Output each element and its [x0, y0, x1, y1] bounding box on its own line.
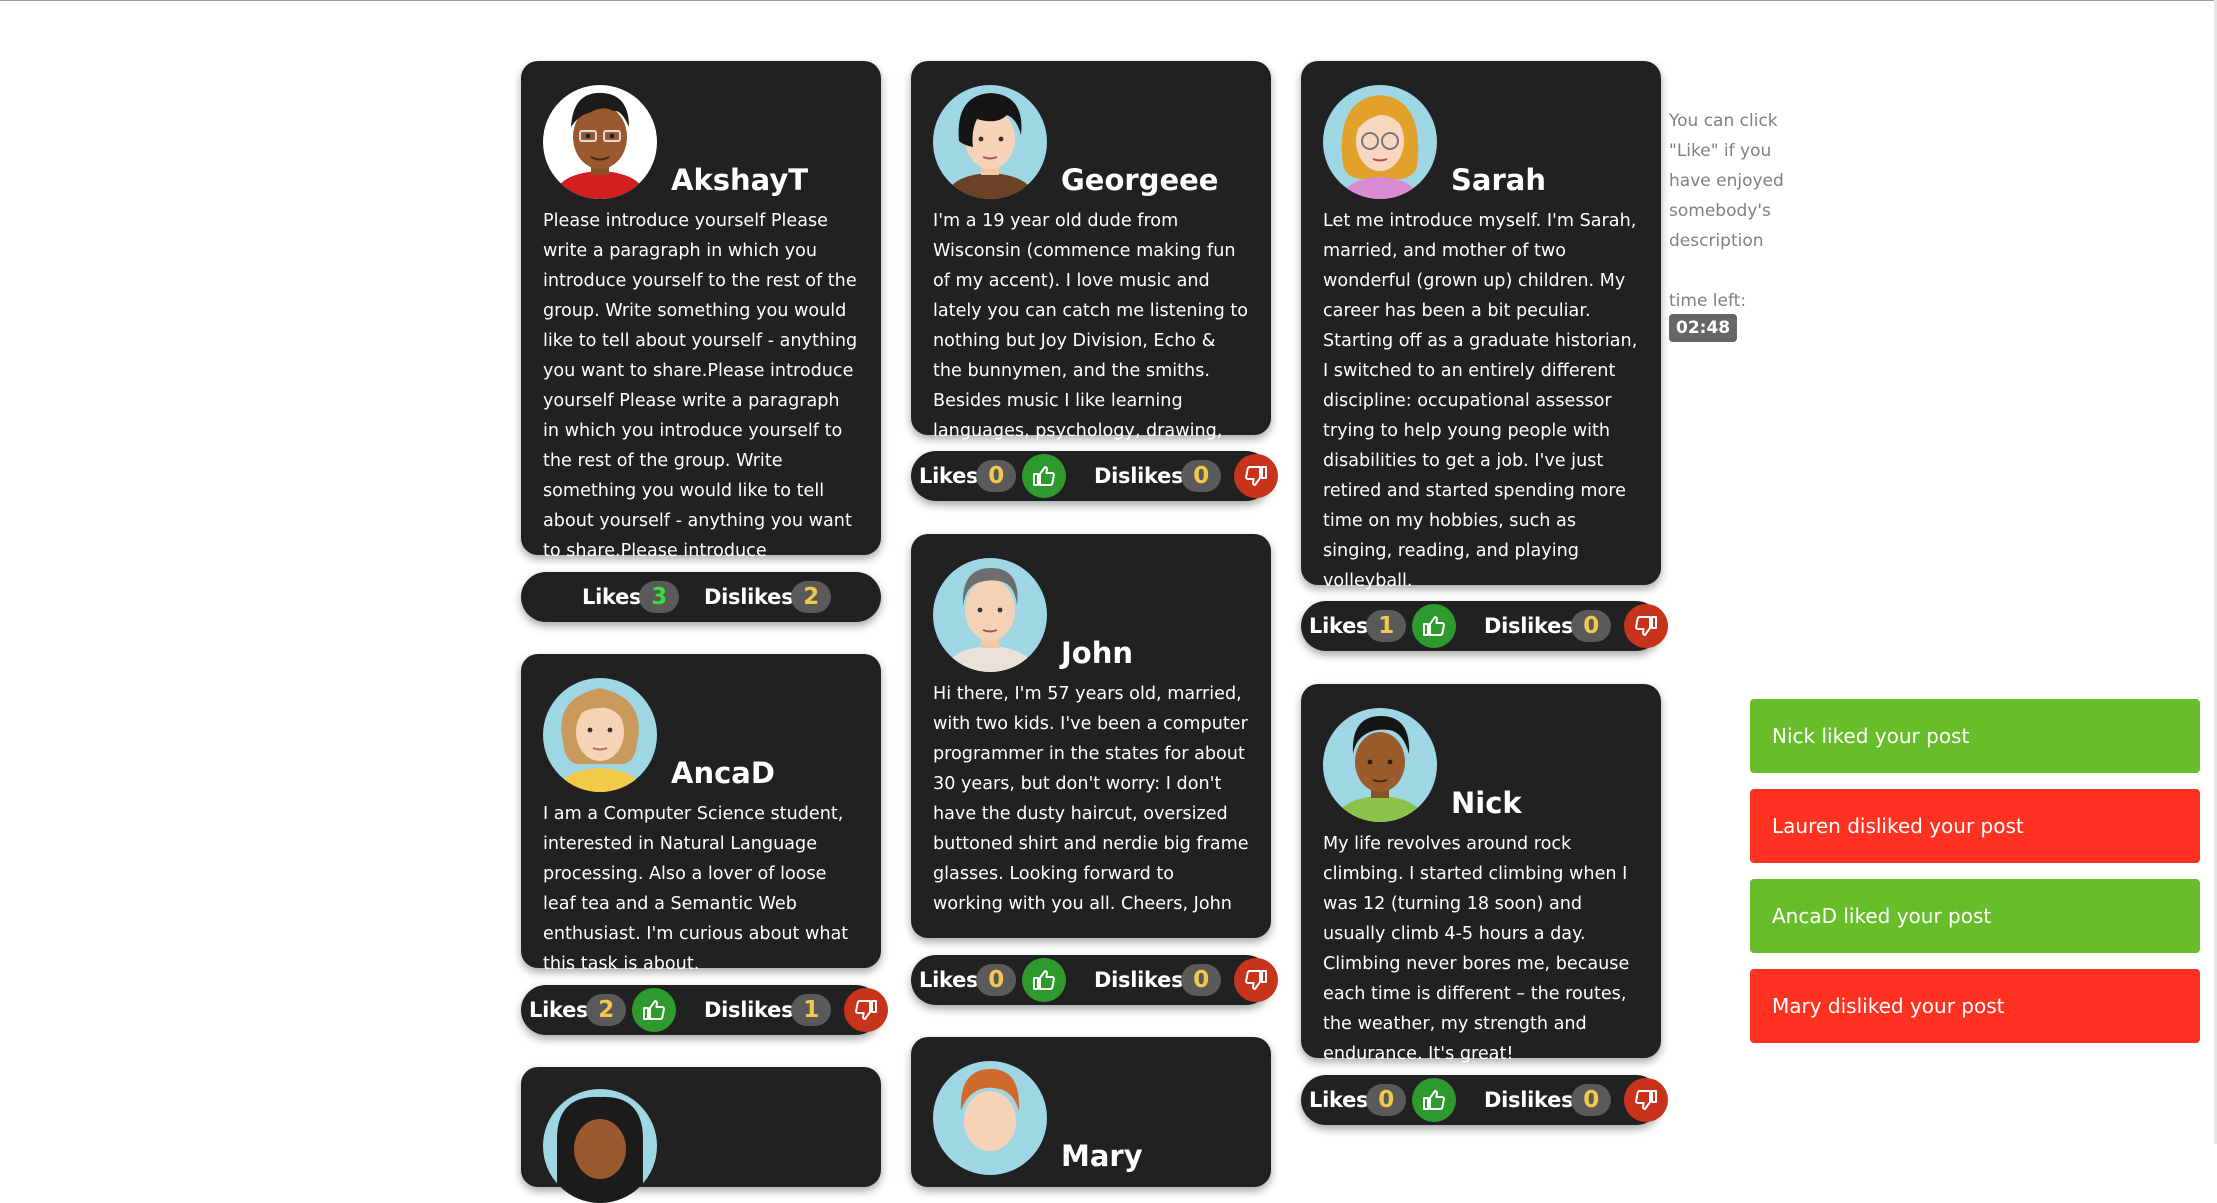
thumbs-down-icon [1244, 464, 1268, 488]
avatar-nick [1323, 708, 1437, 822]
avatar-georgeee [933, 85, 1047, 199]
like-button[interactable] [1022, 958, 1067, 1002]
profile-card-akshayt: AkshayT Please introduce yourself Please… [521, 61, 881, 561]
avatar-partial [543, 1089, 657, 1203]
profile-card-nick: Nick My life revolves around rock climbi… [1301, 684, 1661, 1064]
dislikes-count: 0 [1571, 1084, 1612, 1116]
profile-name: Nick [1451, 786, 1522, 820]
likes-label: Likes [1309, 1088, 1369, 1112]
likes-count: 0 [976, 964, 1017, 996]
thumbs-up-icon [642, 998, 666, 1022]
like-hint-text: You can click "Like" if you have enjoyed… [1669, 111, 1784, 251]
time-left-label: time left: [1669, 291, 1747, 311]
profile-description: Let me introduce myself. I'm Sarah, marr… [1323, 211, 1638, 591]
likes-label: Likes [529, 998, 589, 1022]
avatar-ancad [543, 678, 657, 792]
notification-toast[interactable]: AncaD liked your post [1750, 879, 2200, 953]
likes-label: Likes [919, 464, 979, 488]
profile-description: Hi there, I'm 57 years old, married, wit… [933, 684, 1249, 914]
vote-bar-akshayt: Likes 3 Dislikes 2 [521, 572, 881, 622]
top-divider [0, 0, 2217, 1]
dislike-button[interactable] [1234, 454, 1279, 498]
likes-count: 2 [586, 994, 627, 1026]
profile-name: AkshayT [671, 163, 808, 197]
profile-description: My life revolves around rock climbing. I… [1323, 834, 1630, 1064]
dislikes-label: Dislikes [1094, 968, 1184, 992]
dislikes-label: Dislikes [704, 998, 794, 1022]
avatar-sarah [1323, 85, 1437, 199]
profile-name: AncaD [671, 756, 775, 790]
dislike-button[interactable] [844, 988, 889, 1032]
dislikes-count: 2 [791, 581, 832, 613]
likes-label: Likes [582, 585, 642, 609]
countdown-timer: 02:48 [1669, 314, 1738, 342]
likes-label: Likes [919, 968, 979, 992]
notification-toast[interactable]: Lauren disliked your post [1750, 789, 2200, 863]
dislike-button[interactable] [1624, 1078, 1669, 1122]
like-button[interactable] [632, 988, 677, 1032]
like-button[interactable] [1412, 604, 1457, 648]
profile-card-partial [521, 1067, 881, 1203]
vote-bar-sarah: Likes 1 Dislikes 0 [1301, 601, 1669, 651]
thumbs-down-icon [854, 998, 878, 1022]
thumbs-up-icon [1422, 614, 1446, 638]
profile-name: John [1061, 636, 1134, 670]
like-button[interactable] [1022, 454, 1067, 498]
profile-name: Mary [1061, 1139, 1143, 1173]
likes-count: 1 [1366, 610, 1407, 642]
dislike-button[interactable] [1624, 604, 1669, 648]
profile-card-john: John Hi there, I'm 57 years old, married… [911, 534, 1271, 938]
profile-card-sarah: Sarah Let me introduce myself. I'm Sarah… [1301, 61, 1661, 591]
thumbs-down-icon [1634, 614, 1658, 638]
vote-bar-john: Likes 0 Dislikes 0 [911, 955, 1279, 1005]
thumbs-up-icon [1422, 1088, 1446, 1112]
profile-card-georgeee: Georgeee I'm a 19 year old dude from Wis… [911, 61, 1271, 471]
likes-count: 0 [1366, 1084, 1407, 1116]
like-button[interactable] [1412, 1078, 1457, 1122]
vote-bar-georgeee: Likes 0 Dislikes 0 [911, 451, 1279, 501]
vote-bar-ancad: Likes 2 Dislikes 1 [521, 985, 889, 1035]
thumbs-down-icon [1634, 1088, 1658, 1112]
dislikes-count: 0 [1181, 460, 1222, 492]
notification-toast[interactable]: Nick liked your post [1750, 699, 2200, 773]
profile-name: Georgeee [1061, 163, 1219, 197]
profile-description: I am a Computer Science student, interes… [543, 804, 849, 974]
avatar-akshayt [543, 85, 657, 199]
dislikes-label: Dislikes [1484, 614, 1574, 638]
dislikes-label: Dislikes [704, 585, 794, 609]
likes-label: Likes [1309, 614, 1369, 638]
notification-toast[interactable]: Mary disliked your post [1750, 969, 2200, 1043]
avatar-mary [933, 1061, 1047, 1175]
dislikes-count: 1 [791, 994, 832, 1026]
thumbs-up-icon [1032, 464, 1056, 488]
profile-name: Sarah [1451, 163, 1546, 197]
thumbs-down-icon [1244, 968, 1268, 992]
avatar-john [933, 558, 1047, 672]
likes-count: 0 [976, 460, 1017, 492]
profile-card-mary: Mary [911, 1037, 1271, 1187]
dislikes-label: Dislikes [1484, 1088, 1574, 1112]
profile-description: I'm a 19 year old dude from Wisconsin (c… [933, 211, 1249, 471]
thumbs-up-icon [1032, 968, 1056, 992]
profile-card-ancad: AncaD I am a Computer Science student, i… [521, 654, 881, 974]
profile-description: Please introduce yourself Please write a… [543, 211, 858, 561]
dislike-button[interactable] [1234, 958, 1279, 1002]
dislikes-label: Dislikes [1094, 464, 1184, 488]
dislikes-count: 0 [1571, 610, 1612, 642]
dislikes-count: 0 [1181, 964, 1222, 996]
vote-bar-nick: Likes 0 Dislikes 0 [1301, 1075, 1669, 1125]
likes-count: 3 [639, 581, 680, 613]
